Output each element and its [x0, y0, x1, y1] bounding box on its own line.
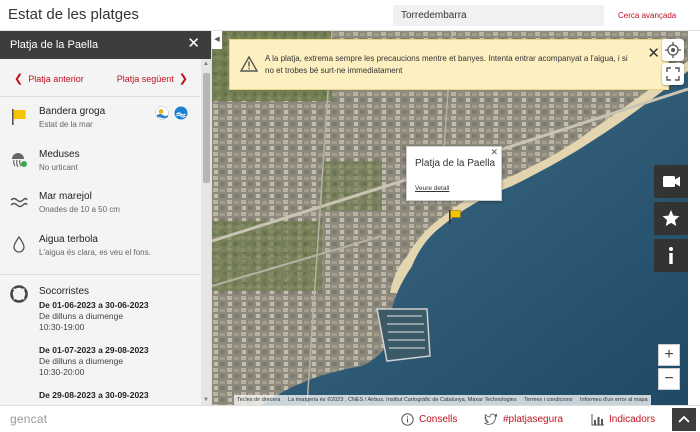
zoom-out-button[interactable]: −	[658, 368, 680, 390]
period-dates: De 01-07-2023 a 29-08-2023	[39, 345, 149, 355]
lifeguard-period: De 29-08-2023 a 30-09-2023	[39, 390, 199, 401]
divider	[0, 274, 200, 275]
video-camera-icon	[663, 176, 680, 187]
header: Estat de les platges Cerca avançada	[0, 0, 700, 31]
period-hours: 10:30-19:00	[39, 322, 85, 332]
status-title: Aigua terbola	[39, 234, 98, 245]
beach-popup: ✕ Platja de la Paella Veure detall	[406, 146, 502, 201]
keyboard-shortcuts-link[interactable]: Tecles de drecera	[234, 397, 283, 403]
period-dates: De 01-06-2023 a 30-06-2023	[39, 300, 149, 310]
zoom-in-button[interactable]: +	[658, 344, 680, 366]
close-icon[interactable]: ✕	[187, 36, 200, 52]
info-icon	[669, 247, 673, 264]
previous-beach-label: Platja anterior	[28, 74, 84, 84]
warning-icon	[240, 56, 258, 72]
star-icon	[662, 210, 680, 226]
locate-button[interactable]	[662, 39, 684, 61]
collapse-sidebar-icon[interactable]: ◀	[212, 31, 222, 49]
expand-up-button[interactable]	[672, 408, 696, 431]
camera-button[interactable]	[654, 165, 688, 198]
status-title: Meduses	[39, 149, 80, 160]
gencat-logo[interactable]: gencat	[10, 412, 47, 426]
status-subtitle: Estat de la mar	[39, 120, 93, 129]
weather-badge-icon	[155, 106, 169, 120]
report-error-link[interactable]: Informeu d'un error al mapa	[577, 397, 651, 403]
popup-title: Platja de la Paella	[415, 158, 496, 169]
status-subtitle: L'aigua és clara, es veu el fons.	[39, 248, 151, 257]
lifebuoy-icon	[10, 285, 28, 303]
safety-alert: A la platja, extrema sempre les precauci…	[229, 39, 669, 90]
sidebar-scrollbar[interactable]: ▲ ▼	[201, 59, 211, 405]
next-beach-label: Platja següent	[116, 74, 174, 84]
status-title: Bandera groga	[39, 106, 106, 117]
view-detail-link[interactable]: Veure detall	[415, 185, 449, 192]
jellyfish-icon	[12, 153, 27, 168]
advanced-search-link[interactable]: Cerca avançada	[618, 11, 676, 20]
favorites-button[interactable]	[654, 202, 688, 235]
chevron-left-icon: ❮	[14, 73, 24, 85]
beach-navigation: ❮ Platja anterior Platja següent ❯	[0, 59, 200, 97]
lifeguard-period: De 01-06-2023 a 30-06-2023 De dilluns a …	[39, 300, 199, 333]
map-attribution: Tecles de drecera La imatgeria és ©2023 …	[234, 395, 651, 405]
blue-flag-badge-icon	[174, 106, 188, 120]
scrollbar-thumb[interactable]	[203, 73, 210, 183]
next-beach-link[interactable]: Platja següent ❯	[117, 72, 188, 85]
period-days: De dilluns a diumenge	[39, 311, 124, 321]
imagery-credit: La imatgeria és ©2023 , CNES / Airbus, I…	[287, 397, 517, 403]
sidebar: Platja de la Paella ✕ ❮ Platja anterior …	[0, 31, 212, 405]
yellow-flag-icon	[12, 109, 26, 125]
terms-link[interactable]: Termes i condicions	[521, 397, 575, 403]
beach-flag-marker-icon[interactable]	[448, 209, 462, 225]
search-input[interactable]	[393, 5, 604, 26]
page-title: Estat de les platges	[8, 6, 139, 23]
close-icon[interactable]: ✕	[490, 147, 498, 158]
chevron-right-icon: ❯	[178, 73, 188, 85]
status-subtitle: No urticant	[39, 163, 78, 172]
status-subtitle: Onades de 10 a 50 cm	[39, 205, 120, 214]
indicators-link[interactable]: Indicadors	[609, 414, 655, 425]
water-drop-icon	[13, 236, 25, 253]
info-circle-icon	[401, 413, 414, 426]
twitter-icon	[484, 413, 498, 425]
fullscreen-button[interactable]	[662, 63, 684, 85]
close-icon[interactable]: ✕	[647, 46, 660, 62]
period-days: De dilluns a diumenge	[39, 356, 124, 366]
previous-beach-link[interactable]: ❮ Platja anterior	[14, 72, 84, 85]
lifeguards-title: Socorristes	[39, 286, 90, 297]
sidebar-header: Platja de la Paella ✕	[0, 31, 211, 59]
status-title: Mar marejol	[39, 191, 92, 202]
advice-link[interactable]: Consells	[419, 414, 457, 425]
crosshair-icon	[665, 42, 681, 58]
footer: gencat Consells #platjasegura Indicadors	[0, 405, 700, 432]
scroll-down-icon[interactable]: ▼	[203, 397, 209, 403]
safe-beach-hashtag-link[interactable]: #platjasegura	[503, 414, 563, 425]
period-dates: De 29-08-2023 a 30-09-2023	[39, 390, 149, 400]
fullscreen-icon	[666, 67, 680, 81]
info-button[interactable]	[654, 239, 688, 272]
period-hours: 10:30-20:00	[39, 367, 85, 377]
scroll-up-icon[interactable]: ▲	[203, 61, 209, 67]
bar-chart-icon	[591, 414, 604, 426]
waves-icon	[10, 197, 28, 208]
chevron-up-icon	[678, 415, 690, 423]
lifeguard-period: De 01-07-2023 a 29-08-2023 De dilluns a …	[39, 345, 199, 378]
alert-text: A la platja, extrema sempre les precauci…	[265, 54, 628, 75]
sidebar-title: Platja de la Paella	[10, 39, 99, 51]
map-view[interactable]: ◀ A la platja, extrema sempre les precau…	[212, 31, 688, 405]
